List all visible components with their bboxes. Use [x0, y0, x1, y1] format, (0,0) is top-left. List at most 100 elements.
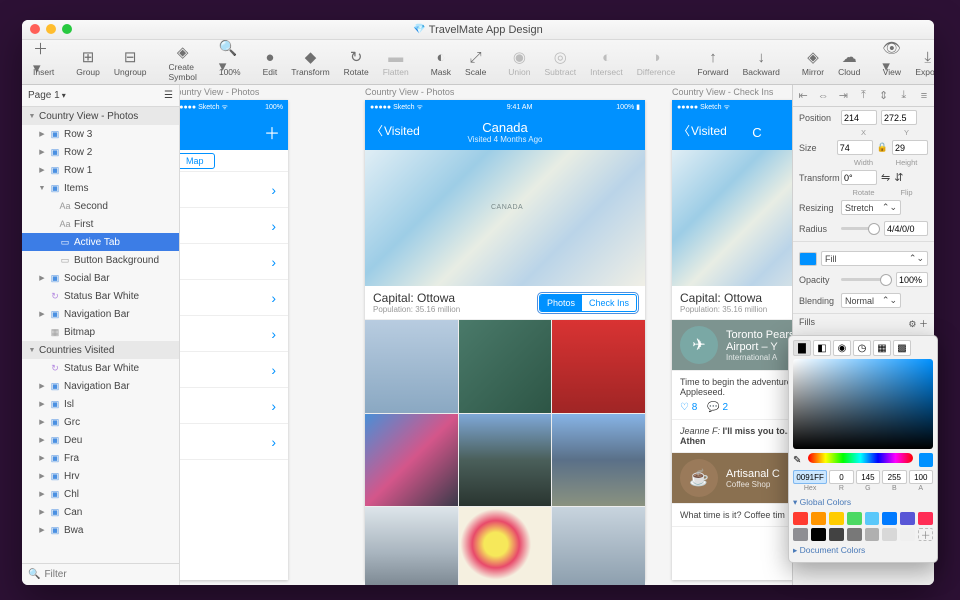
layer-row[interactable]: ↻Status Bar White: [22, 287, 179, 305]
layer-row[interactable]: ▶▣Row 1: [22, 161, 179, 179]
layer-row[interactable]: ▶▣Deu: [22, 431, 179, 449]
color-swatch[interactable]: [811, 512, 826, 525]
layer-row[interactable]: ▶▣Fra: [22, 449, 179, 467]
width-input[interactable]: [837, 140, 873, 155]
style-swatch[interactable]: [799, 252, 817, 266]
layer-row[interactable]: ▼▣Items: [22, 179, 179, 197]
ungroup-button[interactable]: ⊟Ungroup: [109, 40, 152, 85]
insert-button[interactable]: ＋▾Insert: [28, 40, 59, 85]
create-symbol-button[interactable]: ◈Create Symbol: [164, 40, 202, 85]
color-swatch[interactable]: [865, 512, 880, 525]
color-swatch[interactable]: [811, 528, 826, 541]
view-button[interactable]: 👁▾View: [877, 40, 906, 85]
layer-row[interactable]: ↻Status Bar White: [22, 359, 179, 377]
linear-gradient-button[interactable]: ◧: [813, 340, 831, 356]
rotate-input[interactable]: [841, 170, 877, 185]
opacity-input[interactable]: [896, 272, 928, 287]
layer-row[interactable]: ▭Button Background: [22, 251, 179, 269]
mirror-button[interactable]: ◈Mirror: [797, 40, 829, 85]
radial-gradient-button[interactable]: ◉: [833, 340, 851, 356]
color-swatch[interactable]: [829, 528, 844, 541]
zoom-window-button[interactable]: [62, 24, 72, 34]
color-swatch[interactable]: [793, 512, 808, 525]
align-center-icon[interactable]: ⇔: [813, 85, 833, 106]
align-left-icon[interactable]: ⇤: [793, 85, 813, 106]
color-swatch[interactable]: [847, 528, 862, 541]
artboard-header[interactable]: ▼Countries Visited: [22, 341, 179, 359]
radius-slider[interactable]: [841, 227, 880, 230]
radius-input[interactable]: [884, 221, 928, 236]
color-swatch[interactable]: [900, 528, 915, 541]
color-swatch[interactable]: [829, 512, 844, 525]
artboard-3[interactable]: Country View - Check Ins ●●●●● Sketch ᯤ …: [672, 100, 792, 580]
color-field[interactable]: [793, 359, 933, 449]
align-bottom-icon[interactable]: ⤓: [894, 85, 914, 106]
opacity-slider[interactable]: [841, 278, 892, 281]
color-swatch[interactable]: [847, 512, 862, 525]
rotate-button[interactable]: ↻Rotate: [339, 40, 374, 85]
group-button[interactable]: ⊞Group: [71, 40, 105, 85]
position-x-input[interactable]: [841, 110, 877, 125]
align-right-icon[interactable]: ⇥: [833, 85, 853, 106]
artboard-2[interactable]: Country View - Photos ●●●●● Sketch ᯤ9:41…: [365, 100, 645, 580]
layer-row[interactable]: ▶▣Hrv: [22, 467, 179, 485]
hex-input[interactable]: [793, 470, 827, 484]
color-swatch[interactable]: [865, 528, 880, 541]
align-top-icon[interactable]: ⤒: [853, 85, 873, 106]
position-y-input[interactable]: [881, 110, 917, 125]
list-icon[interactable]: ☰: [164, 90, 173, 101]
artboard-header[interactable]: ▼Country View - Photos: [22, 107, 179, 125]
edit-button[interactable]: ●Edit: [258, 40, 283, 85]
layer-row[interactable]: ▶▣Row 3: [22, 125, 179, 143]
lock-icon[interactable]: 🔒: [877, 142, 888, 153]
height-input[interactable]: [892, 140, 928, 155]
zoom-dropdown[interactable]: 🔍▾100%: [214, 40, 246, 85]
color-swatch[interactable]: [882, 512, 897, 525]
layer-row[interactable]: ▶▣Grc: [22, 413, 179, 431]
fill-mode-select[interactable]: Fill⌃⌄: [821, 251, 928, 266]
document-colors-section[interactable]: ▸ Document Colors: [793, 543, 933, 558]
flip-h-icon[interactable]: ⇋: [881, 171, 890, 184]
layer-row[interactable]: ▶▣Navigation Bar: [22, 377, 179, 395]
layer-row[interactable]: ▶▣Can: [22, 503, 179, 521]
g-input[interactable]: [856, 470, 880, 484]
mask-button[interactable]: ◐Mask: [426, 40, 456, 85]
gear-icon[interactable]: ⚙: [908, 319, 916, 329]
add-swatch-button[interactable]: ＋: [918, 528, 933, 541]
b-input[interactable]: [882, 470, 906, 484]
align-middle-icon[interactable]: ⇕: [874, 85, 894, 106]
forward-button[interactable]: ↑Forward: [692, 40, 733, 85]
layer-row[interactable]: ▶▣Bwa: [22, 521, 179, 539]
export-button[interactable]: ⤓Export: [910, 40, 934, 85]
noise-button[interactable]: ▩: [893, 340, 911, 356]
eyedropper-icon[interactable]: ✎: [793, 455, 801, 466]
plus-icon[interactable]: ＋: [919, 319, 928, 329]
a-input[interactable]: [909, 470, 933, 484]
color-swatch[interactable]: [882, 528, 897, 541]
global-colors-section[interactable]: ▾ Global Colors: [793, 495, 933, 510]
layer-row[interactable]: AaSecond: [22, 197, 179, 215]
color-swatch[interactable]: [793, 528, 808, 541]
flip-v-icon[interactable]: ⇵: [894, 171, 903, 184]
minimize-window-button[interactable]: [46, 24, 56, 34]
cloud-button[interactable]: ☁Cloud: [833, 40, 865, 85]
r-input[interactable]: [829, 470, 853, 484]
layer-row[interactable]: ▶▣Isl: [22, 395, 179, 413]
scale-button[interactable]: ⤢Scale: [460, 40, 491, 85]
distribute-icon[interactable]: ≡: [914, 85, 934, 106]
layer-row[interactable]: ▶▣Social Bar: [22, 269, 179, 287]
transform-button[interactable]: ◆Transform: [286, 40, 334, 85]
color-swatch[interactable]: [900, 512, 915, 525]
close-window-button[interactable]: [30, 24, 40, 34]
angular-gradient-button[interactable]: ◷: [853, 340, 871, 356]
filter-input[interactable]: [44, 569, 176, 580]
layer-row[interactable]: ▶▣Chl: [22, 485, 179, 503]
pattern-button[interactable]: ▦: [873, 340, 891, 356]
blending-select[interactable]: Normal⌃⌄: [841, 293, 901, 308]
layer-row-selected[interactable]: ▭Active Tab: [22, 233, 179, 251]
layer-row[interactable]: ▦Bitmap: [22, 323, 179, 341]
solid-mode-button[interactable]: ▇: [793, 340, 811, 356]
resizing-select[interactable]: Stretch⌃⌄: [841, 200, 901, 215]
canvas[interactable]: Country View - Photos ●●●●● Sketch ᯤ100%…: [180, 85, 792, 585]
pages-dropdown[interactable]: Page 1▾ ☰: [22, 85, 179, 107]
